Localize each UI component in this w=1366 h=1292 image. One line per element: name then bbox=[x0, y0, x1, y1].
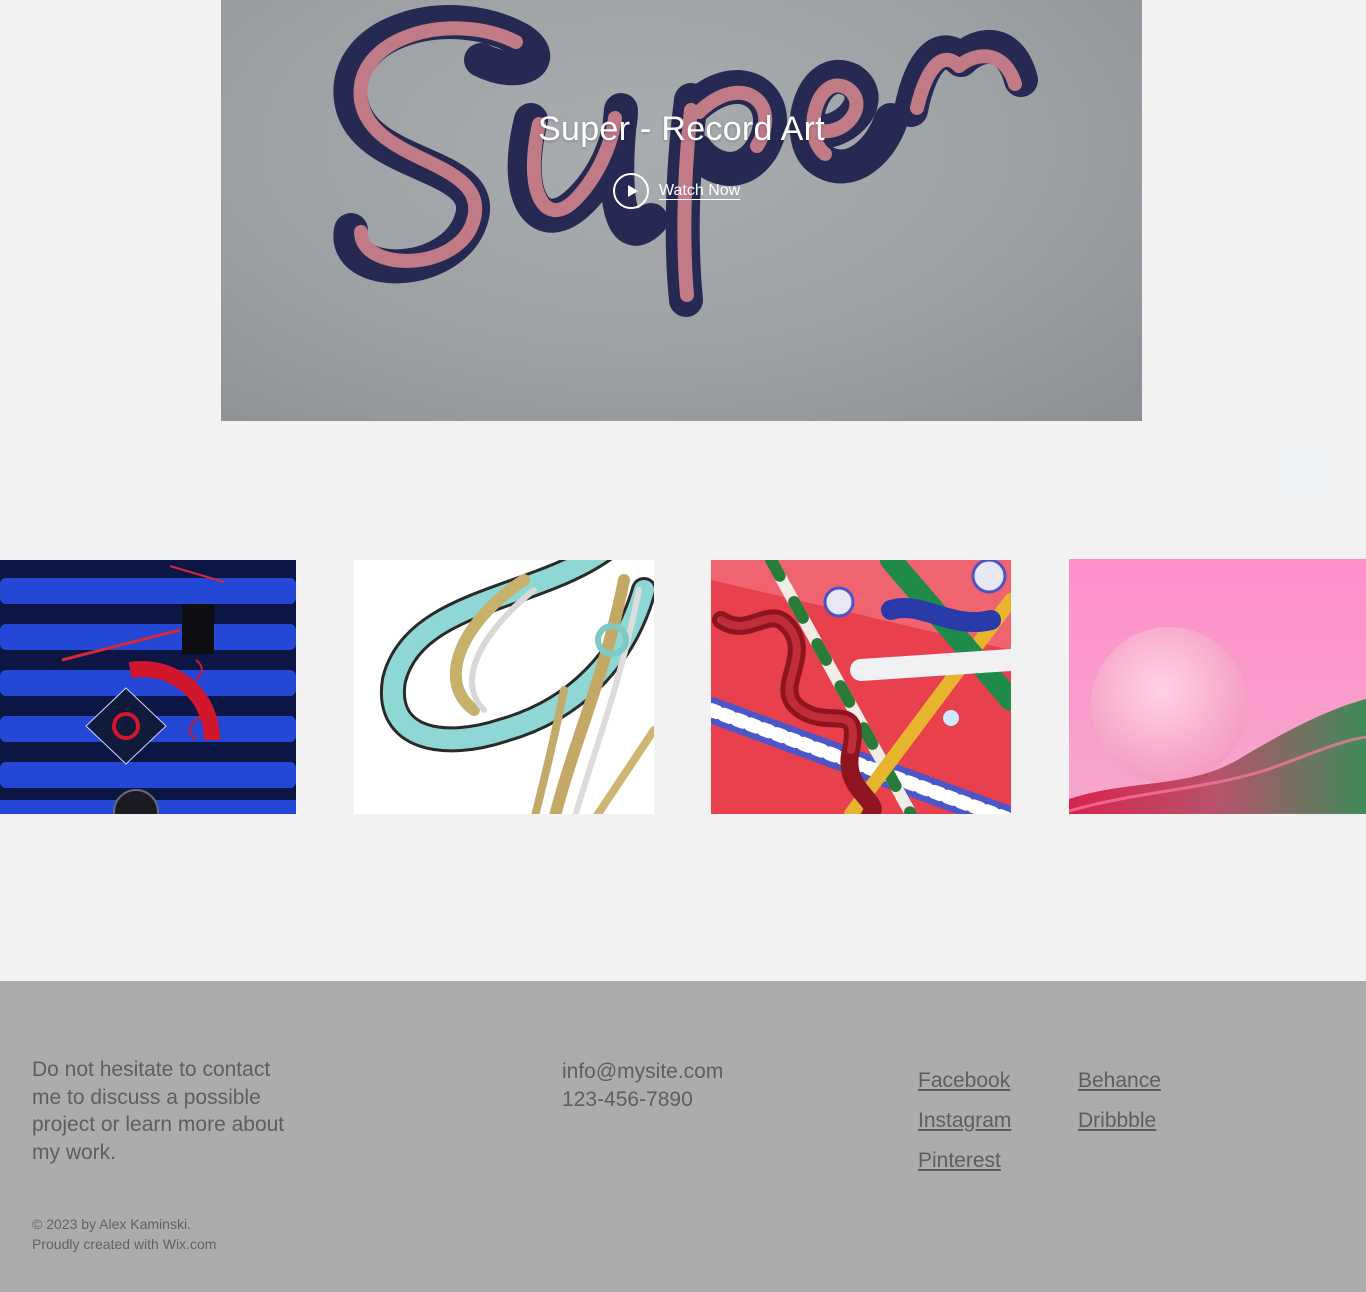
email-link[interactable]: info@mysite.com bbox=[562, 1058, 723, 1086]
copyright-line: © 2023 by Alex Kaminski. bbox=[32, 1216, 191, 1232]
copyright: © 2023 by Alex Kaminski. Proudly created… bbox=[32, 1214, 216, 1254]
credit-line: Proudly created with Wix.com bbox=[32, 1236, 217, 1252]
facebook-link[interactable]: Facebook bbox=[918, 1061, 1011, 1101]
gallery-item[interactable] bbox=[0, 560, 296, 814]
chat-widget-button[interactable] bbox=[1276, 443, 1331, 501]
social-links-col1: Facebook Instagram Pinterest bbox=[918, 1061, 1011, 1181]
instagram-link[interactable]: Instagram bbox=[918, 1101, 1011, 1141]
pinterest-link[interactable]: Pinterest bbox=[918, 1141, 1011, 1181]
site-footer: Do not hesitate to contact me to discuss… bbox=[0, 981, 1366, 1292]
contact-info: info@mysite.com 123-456-7890 bbox=[562, 1058, 723, 1114]
gallery-image-blue-stripes bbox=[0, 560, 296, 814]
social-links-col2: Behance Dribbble bbox=[1078, 1061, 1161, 1141]
play-icon[interactable] bbox=[613, 173, 649, 209]
watch-now-button[interactable]: Watch Now bbox=[613, 172, 740, 210]
phone-number[interactable]: 123-456-7890 bbox=[562, 1086, 723, 1114]
watch-now-label[interactable]: Watch Now bbox=[659, 182, 740, 200]
gallery-item[interactable] bbox=[1069, 559, 1366, 814]
gallery-item[interactable] bbox=[354, 560, 654, 814]
hero-video[interactable]: Super - Record Art Watch Now bbox=[221, 0, 1142, 421]
behance-link[interactable]: Behance bbox=[1078, 1061, 1161, 1101]
footer-message: Do not hesitate to contact me to discuss… bbox=[32, 1058, 285, 1164]
gallery-image-pink-sphere bbox=[1069, 559, 1366, 814]
gallery-item[interactable] bbox=[711, 560, 1011, 814]
gallery-image-candy-spiral bbox=[711, 560, 1011, 814]
gallery-image-chrome-rings bbox=[354, 560, 654, 814]
super-lettering-artwork bbox=[333, 5, 1038, 317]
hero-title: Super - Record Art bbox=[538, 110, 825, 148]
dribbble-link[interactable]: Dribbble bbox=[1078, 1101, 1161, 1141]
